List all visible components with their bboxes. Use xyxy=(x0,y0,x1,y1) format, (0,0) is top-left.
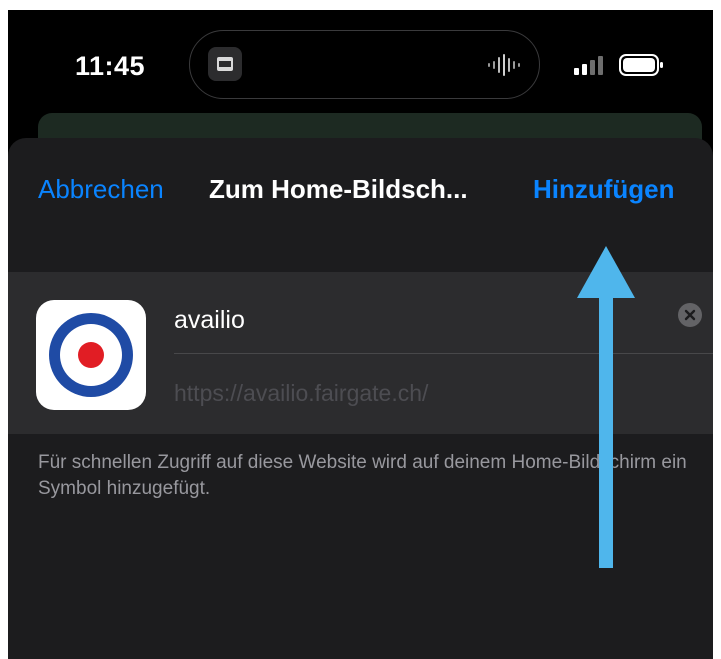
status-time: 11:45 xyxy=(75,51,146,81)
target-logo-icon xyxy=(49,313,133,397)
battery-icon xyxy=(619,54,663,76)
app-icon xyxy=(36,300,146,410)
audio-waveform-icon xyxy=(488,54,520,76)
dynamic-island[interactable] xyxy=(189,30,540,99)
phone-screen: 11:45 Abbrechen Zum Home-Bildsch... Hinz… xyxy=(8,10,713,659)
clear-x-icon xyxy=(684,309,696,321)
island-app-icon xyxy=(208,47,242,81)
cancel-button[interactable]: Abbrechen xyxy=(38,174,164,205)
url-label: https://availio.fairgate.ch/ xyxy=(174,380,429,406)
annotation-arrow-icon xyxy=(577,246,635,568)
sheet-title: Zum Home-Bildsch... xyxy=(209,174,468,204)
clear-text-button[interactable] xyxy=(678,303,702,327)
signal-bars-icon xyxy=(574,56,603,75)
add-button[interactable]: Hinzufügen xyxy=(533,174,675,205)
